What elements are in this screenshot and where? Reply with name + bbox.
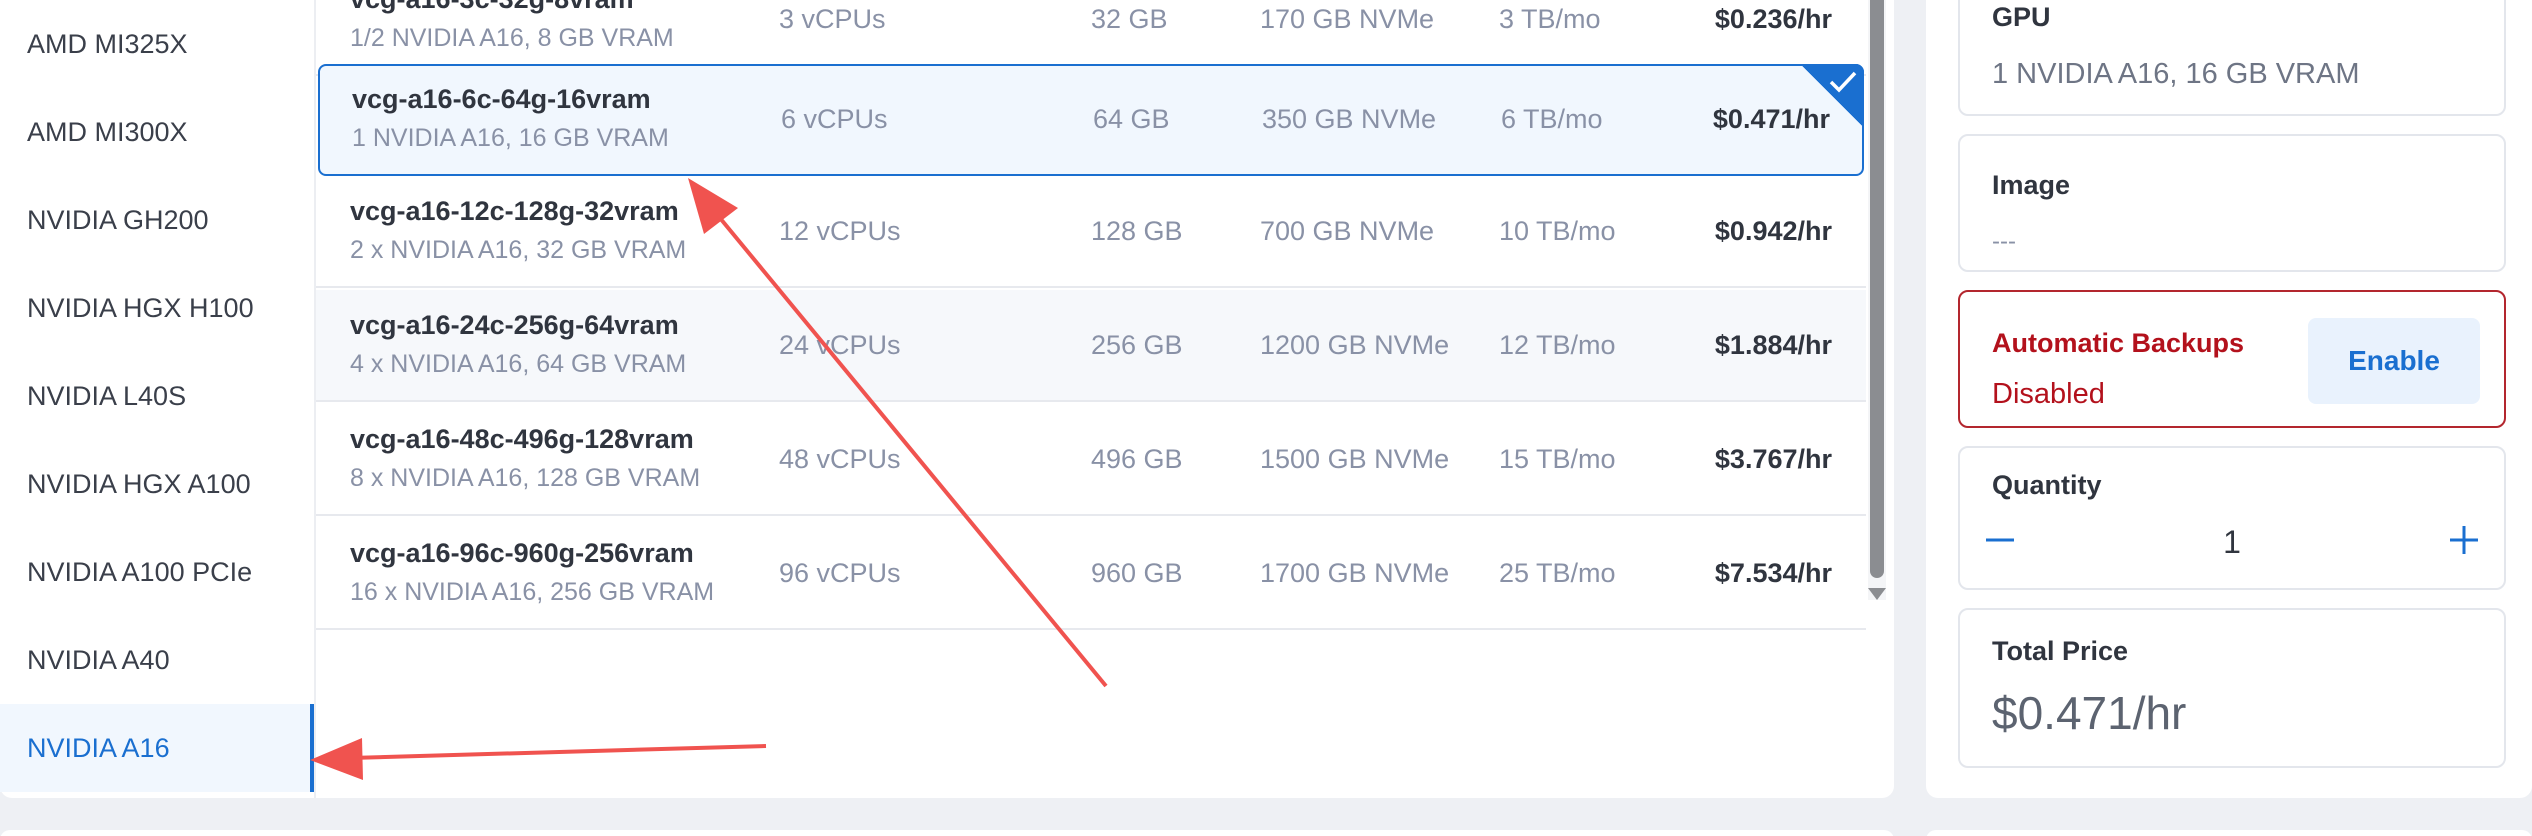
plan-cpu: 24 vCPUs bbox=[779, 330, 901, 360]
plan-price: $1.884/hr bbox=[1714, 330, 1832, 360]
plan-gpu: 1 NVIDIA A16, 16 GB VRAM bbox=[352, 124, 669, 152]
plan-name: vcg-a16-12c-128g-32vram bbox=[350, 196, 679, 226]
image-summary-card[interactable]: Image --- bbox=[1958, 134, 2506, 272]
image-summary-value: --- bbox=[1992, 228, 2016, 255]
gpu-item-label: AMD MI300X bbox=[27, 116, 188, 147]
plan-gpu: 8 x NVIDIA A16, 128 GB VRAM bbox=[350, 464, 701, 492]
lower-panel-edge bbox=[0, 830, 1894, 836]
gpu-item-nvidia-gh200[interactable]: NVIDIA GH200 bbox=[0, 176, 314, 264]
plan-ram: 128 GB bbox=[1091, 216, 1183, 246]
gpu-item-label: NVIDIA A16 bbox=[27, 732, 170, 763]
gpu-summary-value: 1 NVIDIA A16, 16 GB VRAM bbox=[1992, 58, 2360, 90]
gpu-item-label: NVIDIA GH200 bbox=[27, 204, 209, 235]
scroll-down-arrow-icon[interactable] bbox=[1868, 588, 1886, 600]
plan-cpu: 3 vCPUs bbox=[779, 4, 886, 34]
plan-disk: 170 GB NVMe bbox=[1260, 4, 1435, 34]
selected-checkmark bbox=[1800, 64, 1864, 128]
plan-row[interactable]: vcg-a16-96c-960g-256vram 16 x NVIDIA A16… bbox=[316, 518, 1866, 630]
plan-cpu: 12 vCPUs bbox=[779, 216, 901, 246]
plan-gpu: 1/2 NVIDIA A16, 8 GB VRAM bbox=[350, 24, 674, 52]
plan-ram: 256 GB bbox=[1091, 330, 1183, 360]
increment-quantity-button[interactable] bbox=[2442, 518, 2486, 562]
plan-cpu: 96 vCPUs bbox=[779, 558, 901, 588]
plan-row[interactable]: vcg-a16-48c-496g-128vram 8 x NVIDIA A16,… bbox=[316, 404, 1866, 516]
gpu-item-nvidia-l40s[interactable]: NVIDIA L40S bbox=[0, 352, 314, 440]
order-summary-panel: GPU 1 NVIDIA A16, 16 GB VRAM Image --- A… bbox=[1926, 0, 2532, 798]
plan-bandwidth: 6 TB/mo bbox=[1501, 104, 1603, 134]
plan-disk: 700 GB NVMe bbox=[1260, 216, 1435, 246]
total-price-card: Total Price $0.471/hr bbox=[1958, 608, 2506, 768]
enable-backups-button[interactable]: Enable bbox=[2308, 318, 2480, 404]
plan-gpu: 4 x NVIDIA A16, 64 GB VRAM bbox=[350, 350, 687, 378]
gpu-item-label: NVIDIA A40 bbox=[27, 644, 170, 675]
plan-cpu: 6 vCPUs bbox=[781, 104, 888, 134]
plan-name: vcg-a16-96c-960g-256vram bbox=[350, 538, 694, 568]
total-price-value: $0.471/hr bbox=[1992, 687, 2187, 739]
plan-bandwidth: 3 TB/mo bbox=[1499, 4, 1601, 34]
plan-disk: 350 GB NVMe bbox=[1262, 104, 1437, 134]
plan-cpu: 48 vCPUs bbox=[779, 444, 901, 474]
image-summary-label: Image bbox=[1992, 170, 2071, 200]
backups-label: Automatic Backups bbox=[1992, 328, 2245, 358]
total-price-label: Total Price bbox=[1992, 636, 2129, 666]
plan-price: $7.534/hr bbox=[1714, 558, 1832, 588]
gpu-item-nvidia-hgx-a100[interactable]: NVIDIA HGX A100 bbox=[0, 440, 314, 528]
server-config-page: AMD MI325X AMD MI300X NVIDIA GH200 NVIDI… bbox=[0, 0, 2532, 836]
gpu-item-nvidia-a16[interactable]: NVIDIA A16 bbox=[0, 704, 314, 792]
plan-price: $0.236/hr bbox=[1714, 4, 1832, 34]
gpu-item-amd-mi325x[interactable]: AMD MI325X bbox=[0, 0, 314, 88]
gpu-summary-card: GPU 1 NVIDIA A16, 16 GB VRAM bbox=[1958, 0, 2506, 116]
gpu-summary-label: GPU bbox=[1992, 2, 2051, 32]
plan-row-selected[interactable]: vcg-a16-6c-64g-16vram 1 NVIDIA A16, 16 G… bbox=[318, 64, 1864, 176]
plan-selection-panel: AMD MI325X AMD MI300X NVIDIA GH200 NVIDI… bbox=[0, 0, 1894, 798]
gpu-item-nvidia-a40[interactable]: NVIDIA A40 bbox=[0, 616, 314, 704]
quantity-label: Quantity bbox=[1992, 470, 2102, 500]
plan-ram: 64 GB bbox=[1093, 104, 1170, 134]
plan-disk: 1500 GB NVMe bbox=[1260, 444, 1450, 474]
plans-scrollbar-thumb[interactable] bbox=[1870, 0, 1884, 578]
plan-ram: 32 GB bbox=[1091, 4, 1168, 34]
quantity-card: Quantity 1 bbox=[1958, 446, 2506, 590]
gpu-item-label: NVIDIA HGX A100 bbox=[27, 468, 251, 499]
automatic-backups-card: Automatic Backups Disabled Enable bbox=[1958, 290, 2506, 428]
plan-row[interactable]: vcg-a16-24c-256g-64vram 4 x NVIDIA A16, … bbox=[316, 290, 1866, 402]
plan-disk: 1200 GB NVMe bbox=[1260, 330, 1450, 360]
plan-gpu: 2 x NVIDIA A16, 32 GB VRAM bbox=[350, 236, 687, 264]
plan-bandwidth: 15 TB/mo bbox=[1499, 444, 1616, 474]
plan-name: vcg-a16-3c-32g-8vram bbox=[350, 0, 634, 15]
lower-sidebar-edge bbox=[1926, 830, 2532, 836]
gpu-item-label: NVIDIA L40S bbox=[27, 380, 187, 411]
check-icon bbox=[1829, 71, 1857, 93]
gpu-item-label: NVIDIA A100 PCIe bbox=[27, 556, 253, 587]
gpu-item-amd-mi300x[interactable]: AMD MI300X bbox=[0, 88, 314, 176]
plan-price: $3.767/hr bbox=[1714, 444, 1832, 474]
quantity-value[interactable]: 1 bbox=[1960, 524, 2504, 561]
plan-name: vcg-a16-48c-496g-128vram bbox=[350, 424, 694, 454]
gpu-item-label: AMD MI325X bbox=[27, 28, 188, 59]
backups-status: Disabled bbox=[1992, 378, 2105, 410]
plan-gpu: 16 x NVIDIA A16, 256 GB VRAM bbox=[350, 578, 715, 606]
plus-icon bbox=[2450, 526, 2478, 554]
plan-bandwidth: 25 TB/mo bbox=[1499, 558, 1616, 588]
plan-name: vcg-a16-24c-256g-64vram bbox=[350, 310, 679, 340]
plan-ram: 960 GB bbox=[1091, 558, 1183, 588]
plan-price: $0.942/hr bbox=[1714, 216, 1832, 246]
plan-name: vcg-a16-6c-64g-16vram bbox=[352, 84, 651, 114]
gpu-item-nvidia-a100-pcie[interactable]: NVIDIA A100 PCIe bbox=[0, 528, 314, 616]
plan-ram: 496 GB bbox=[1091, 444, 1183, 474]
gpu-item-nvidia-hgx-h100[interactable]: NVIDIA HGX H100 bbox=[0, 264, 314, 352]
plan-bandwidth: 12 TB/mo bbox=[1499, 330, 1616, 360]
plan-disk: 1700 GB NVMe bbox=[1260, 558, 1450, 588]
gpu-item-label: NVIDIA HGX H100 bbox=[27, 292, 254, 323]
plan-row[interactable]: vcg-a16-12c-128g-32vram 2 x NVIDIA A16, … bbox=[316, 176, 1866, 288]
plan-bandwidth: 10 TB/mo bbox=[1499, 216, 1616, 246]
